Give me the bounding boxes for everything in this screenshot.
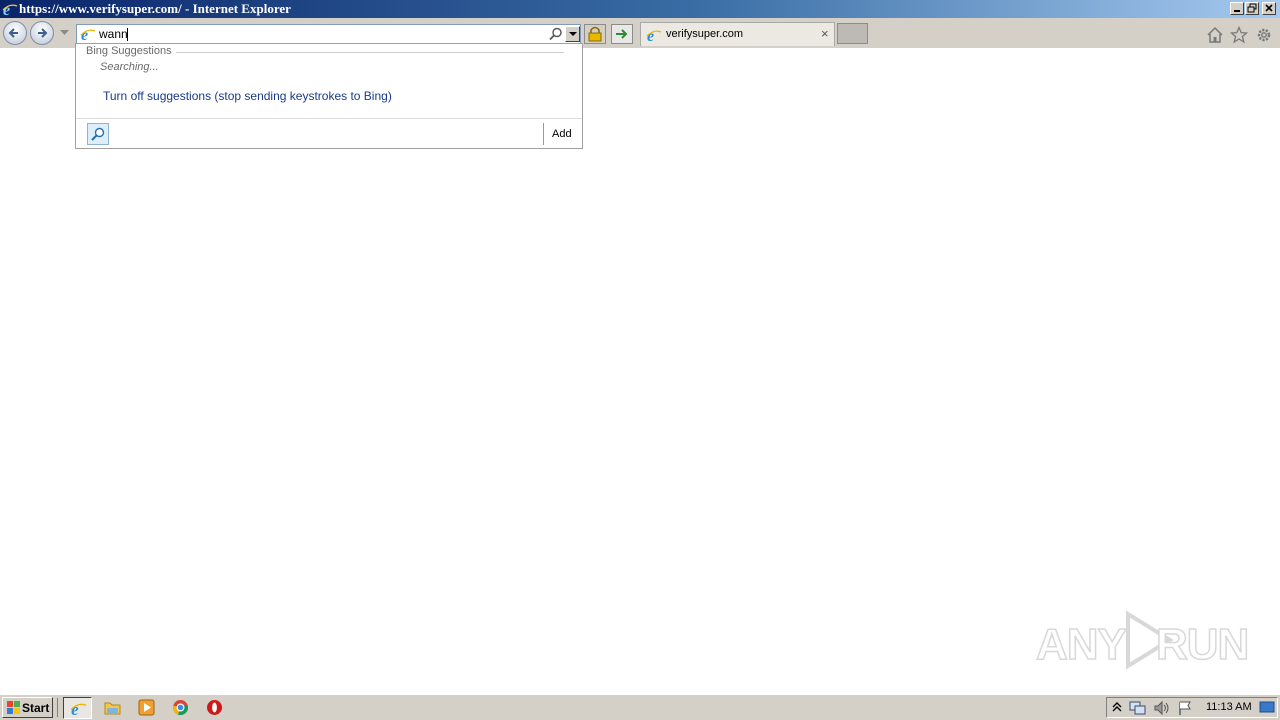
lock-icon bbox=[588, 26, 602, 42]
chrome-icon bbox=[173, 700, 188, 716]
ie-page-icon: e bbox=[646, 28, 662, 43]
volume-icon[interactable] bbox=[1153, 700, 1171, 716]
back-icon bbox=[8, 28, 18, 38]
taskbar-file-explorer[interactable] bbox=[98, 697, 127, 719]
search-icon[interactable] bbox=[549, 27, 563, 41]
media-player-icon bbox=[138, 699, 155, 716]
taskbar-opera[interactable] bbox=[200, 697, 229, 719]
opera-icon bbox=[207, 700, 222, 715]
restore-button[interactable] bbox=[1245, 2, 1259, 15]
divider bbox=[76, 118, 582, 119]
close-icon bbox=[1265, 4, 1273, 12]
chevron-down-icon bbox=[569, 32, 577, 36]
folder-icon bbox=[104, 702, 121, 715]
restore-icon bbox=[1247, 3, 1257, 13]
address-dropdown-button[interactable] bbox=[565, 26, 580, 42]
search-suggestions-dropdown: Bing Suggestions Searching... Turn off s… bbox=[75, 43, 583, 149]
start-button[interactable]: Start bbox=[2, 697, 53, 718]
show-hidden-icons-icon[interactable] bbox=[1111, 700, 1123, 714]
window-title: https://www.verifysuper.com/ - Internet … bbox=[19, 1, 291, 16]
ie-page-icon: e bbox=[80, 27, 96, 42]
go-button[interactable] bbox=[611, 24, 633, 44]
search-icon bbox=[91, 127, 105, 141]
new-tab-button[interactable] bbox=[837, 23, 868, 44]
divider bbox=[543, 123, 544, 145]
windows-logo-icon bbox=[7, 701, 20, 714]
suggestions-heading: Bing Suggestions bbox=[86, 45, 176, 57]
taskbar-chrome[interactable] bbox=[166, 697, 195, 719]
minimize-icon bbox=[1234, 10, 1240, 12]
system-tray: 11:13 AM bbox=[1106, 697, 1278, 718]
taskbar-media-player[interactable] bbox=[132, 697, 161, 719]
tools-gear-icon[interactable] bbox=[1255, 26, 1273, 44]
back-button[interactable] bbox=[3, 21, 27, 45]
turn-off-suggestions-link[interactable]: Turn off suggestions (stop sending keyst… bbox=[103, 89, 392, 103]
anyrun-watermark: ANY RUN bbox=[1035, 608, 1250, 672]
go-arrow-icon bbox=[616, 29, 628, 39]
security-lock-button[interactable] bbox=[584, 24, 606, 44]
start-label: Start bbox=[22, 701, 50, 715]
add-search-provider-button[interactable]: Add bbox=[552, 128, 572, 140]
title-bar: e https://www.verifysuper.com/ - Interne… bbox=[0, 0, 1280, 18]
network-icon[interactable] bbox=[1129, 700, 1147, 716]
watermark-text-right: RUN bbox=[1155, 619, 1250, 670]
suggestions-status: Searching... bbox=[100, 61, 159, 73]
search-provider-button[interactable] bbox=[87, 123, 109, 145]
ie-logo-icon: e bbox=[70, 700, 87, 717]
divider bbox=[57, 698, 58, 717]
taskbar: Start e 11:13 AM bbox=[0, 694, 1280, 720]
history-dropdown-icon[interactable] bbox=[60, 30, 69, 36]
forward-button[interactable] bbox=[30, 21, 54, 45]
taskbar-clock[interactable]: 11:13 AM bbox=[1206, 701, 1252, 713]
taskbar-internet-explorer[interactable]: e bbox=[63, 697, 92, 719]
action-center-flag-icon[interactable] bbox=[1177, 700, 1193, 716]
tab-verifysuper[interactable]: e verifysuper.com × bbox=[640, 22, 835, 46]
watermark-text-left: ANY bbox=[1035, 619, 1127, 670]
text-caret bbox=[127, 28, 128, 41]
address-bar[interactable]: e bbox=[76, 24, 581, 44]
show-desktop-icon[interactable] bbox=[1259, 700, 1275, 714]
close-button[interactable] bbox=[1262, 2, 1276, 15]
tab-label: verifysuper.com bbox=[666, 28, 744, 40]
minimize-button[interactable] bbox=[1230, 2, 1244, 15]
forward-icon bbox=[38, 28, 48, 38]
tab-close-button[interactable]: × bbox=[821, 26, 829, 41]
ie-logo-icon: e bbox=[2, 2, 18, 17]
favorites-star-icon[interactable] bbox=[1230, 26, 1248, 44]
address-input[interactable] bbox=[99, 25, 539, 43]
home-icon[interactable] bbox=[1206, 26, 1224, 44]
